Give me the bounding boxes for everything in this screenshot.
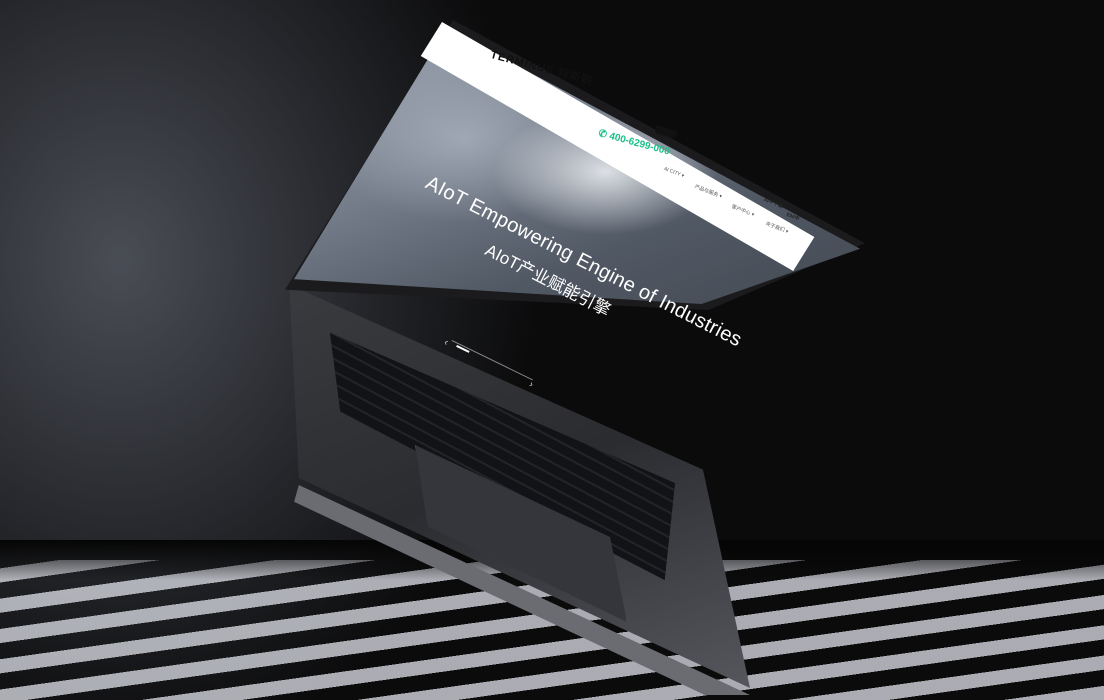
slider-next-arrow-icon[interactable]: › <box>527 379 535 390</box>
slider-prev-arrow-icon[interactable]: ‹ <box>442 337 450 348</box>
scene-background: TERMINUS 特斯联 ✆ 400-6299-000 AI CITY ▾ 产品… <box>0 0 1104 700</box>
